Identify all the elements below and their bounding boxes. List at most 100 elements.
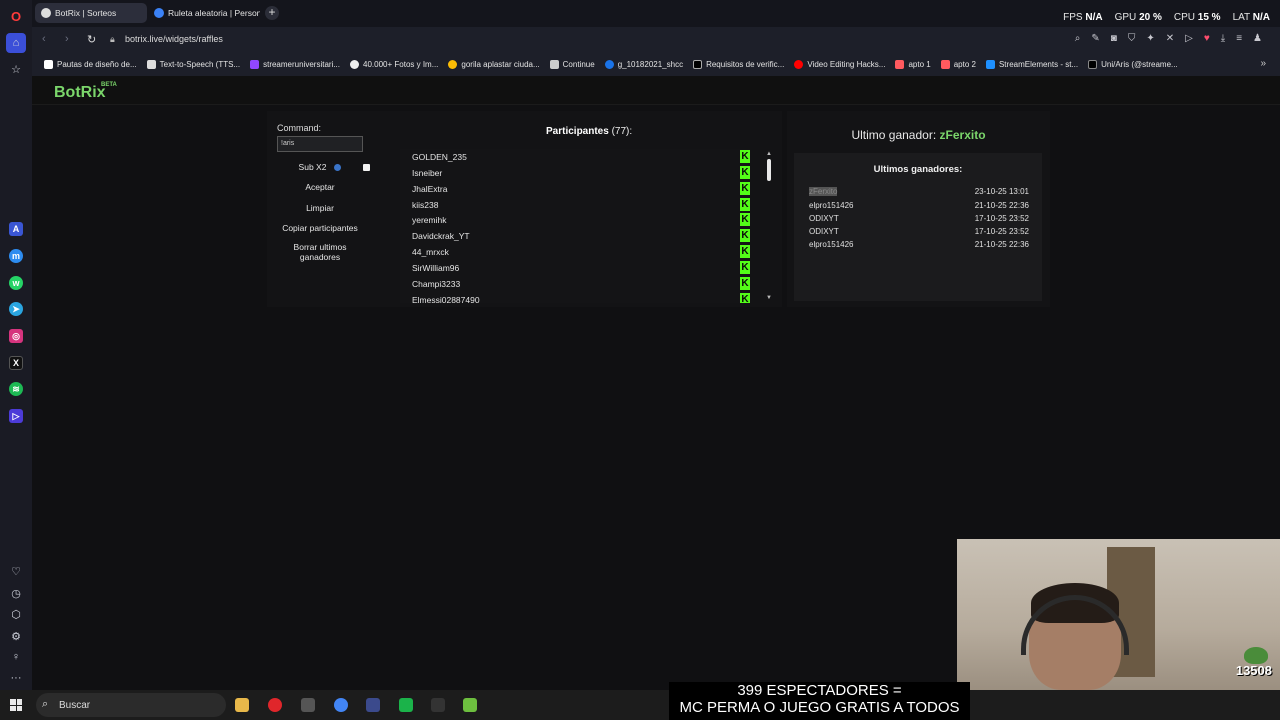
bookmark-item[interactable]: apto 1	[895, 60, 931, 69]
webcam-feed: 13508	[957, 539, 1280, 690]
participant-row: Isneiber K	[412, 166, 750, 179]
aria-app-icon[interactable]: A	[9, 222, 23, 236]
lock-icon: 🔒︎	[110, 34, 115, 44]
sub-x2-option[interactable]: Sub X2	[277, 162, 363, 172]
bookmark-item[interactable]: Continue	[549, 60, 595, 69]
shield-icon[interactable]: ⛉	[1128, 33, 1136, 44]
vpn-icon[interactable]: ✦	[1146, 33, 1154, 44]
opera-logo-icon[interactable]: O	[6, 6, 26, 26]
ruleta-favicon-icon	[154, 8, 164, 18]
profile-icon[interactable]: ♟	[1253, 33, 1262, 44]
bookmark-icon	[549, 60, 559, 69]
opera-sidebar: O ⌂ ☆ A m w ➤ ◎ X ≋ ▷ ♡ ◷ ⬡ ⚙ ♀ ···	[0, 0, 32, 690]
x-twitter-icon	[693, 60, 703, 69]
spotify-icon[interactable]: ≋	[9, 382, 23, 396]
botrix-logo[interactable]: BotRix	[54, 84, 106, 102]
scroll-thumb[interactable]	[767, 159, 771, 181]
viewer-counter: 13508	[1235, 663, 1272, 678]
bookmark-item[interactable]: 40.000+ Fotos y Im...	[350, 60, 438, 69]
search-page-icon[interactable]: ⌕	[1075, 33, 1081, 44]
capcut-icon[interactable]	[431, 698, 445, 712]
winner-row: ODIXYT 17-10-25 23:52	[809, 214, 1029, 223]
delete-winners-button[interactable]: Borrar ultimos ganadores	[277, 242, 363, 262]
settings-gear-icon[interactable]: ⚙	[6, 626, 26, 646]
more-icon[interactable]: ···	[6, 668, 26, 688]
copy-participants-button[interactable]: Copiar participantes	[277, 223, 363, 233]
kick-icon: K	[740, 293, 750, 303]
search-icon: ⌕	[42, 698, 49, 710]
forward-icon[interactable]: ›	[65, 33, 69, 45]
bookmark-item[interactable]: g_10182021_shcc	[604, 60, 683, 69]
participants-title: Participantes (77):	[546, 126, 633, 137]
winner-row: elpro151426 21-10-25 22:36	[809, 240, 1029, 249]
kick-icon: K	[740, 198, 750, 211]
bookmark-item[interactable]: Pautas de diseño de...	[44, 60, 137, 69]
xbox-icon[interactable]	[399, 698, 413, 712]
windows-start-icon[interactable]	[10, 699, 22, 711]
tips-bulb-icon[interactable]: ♀	[6, 647, 26, 667]
command-input[interactable]: !aris	[277, 136, 363, 152]
pinboard-icon[interactable]: ☆	[6, 59, 26, 79]
bookmark-item[interactable]: Uni/Aris (@streame...	[1088, 60, 1178, 69]
bookmark-item[interactable]: Requisitos de verific...	[693, 60, 784, 69]
kick-icon: K	[740, 261, 750, 274]
bookmark-item[interactable]: StreamElements - st...	[985, 60, 1078, 69]
app-header: BotRix BETA	[32, 76, 1280, 105]
history-icon[interactable]: ◷	[6, 583, 26, 603]
opera-taskbar-icon[interactable]	[268, 698, 282, 712]
participant-row: SirWilliam96 K	[412, 261, 750, 274]
favorite-heart-icon[interactable]: ♥	[1204, 33, 1210, 44]
bookmark-icon	[146, 60, 156, 69]
kick-icon: K	[740, 150, 750, 163]
bookmark-item[interactable]: Text-to-Speech (TTS...	[146, 60, 240, 69]
bookmark-item[interactable]: gorila aplastar ciuda...	[448, 60, 540, 69]
kick-icon: K	[740, 229, 750, 242]
lat-readout: LAT N/A	[1232, 12, 1270, 23]
back-icon[interactable]: ‹	[42, 33, 46, 45]
camera-icon[interactable]: ◙	[1111, 33, 1117, 44]
bookmark-item[interactable]: apto 2	[940, 60, 976, 69]
url-field[interactable]: botrix.live/widgets/raffles	[125, 34, 223, 44]
player-icon[interactable]: ▷	[9, 409, 23, 423]
app-icon[interactable]	[301, 698, 315, 712]
airbnb-icon	[940, 60, 950, 69]
edit-icon[interactable]: ✎	[1091, 33, 1099, 44]
minecraft-icon[interactable]	[463, 698, 477, 712]
reload-icon[interactable]: ↻	[87, 33, 96, 46]
extension-icon[interactable]: ✕	[1166, 33, 1174, 44]
bookmark-item[interactable]: streameruniversitari...	[250, 60, 340, 69]
desktop: O ⌂ ☆ A m w ➤ ◎ X ≋ ▷ ♡ ◷ ⬡ ⚙ ♀ ··· BotR…	[0, 0, 1280, 720]
clear-button[interactable]: Limpiar	[277, 203, 363, 213]
telegram-icon[interactable]: ➤	[9, 302, 23, 316]
scroll-down-icon[interactable]: ▼	[766, 295, 772, 301]
bookmark-item[interactable]: Video Editing Hacks...	[794, 60, 885, 69]
file-explorer-icon[interactable]	[235, 698, 249, 712]
download-icon[interactable]: ⤓	[1221, 33, 1225, 44]
new-tab-button[interactable]: +	[265, 6, 279, 20]
home-icon[interactable]: ⌂	[6, 33, 26, 53]
extensions-cube-icon[interactable]: ⬡	[6, 604, 26, 624]
accept-button[interactable]: Aceptar	[277, 182, 363, 192]
tab-ruleta[interactable]: Ruleta aleatoria | Personal	[148, 3, 260, 23]
kick-icon: K	[740, 182, 750, 195]
youtube-icon	[794, 60, 804, 69]
whatsapp-icon[interactable]: w	[9, 276, 23, 290]
bookmarks-overflow-icon[interactable]: »	[1260, 58, 1266, 69]
sub-x2-checkbox[interactable]	[363, 164, 370, 171]
participants-list[interactable]: GOLDEN_235 K Isneiber K JhalExtra K kiis238…	[400, 149, 750, 303]
play-icon[interactable]: ▷	[1185, 33, 1193, 44]
tab-strip: BotRix | Sorteos Ruleta aleatoria | Pers…	[32, 0, 1280, 27]
app-icon[interactable]	[366, 698, 380, 712]
x-twitter-icon[interactable]: X	[9, 356, 23, 370]
tab-botrix[interactable]: BotRix | Sorteos	[35, 3, 147, 23]
messenger-icon[interactable]: m	[9, 249, 23, 263]
participants-scrollbar[interactable]: ▲ ▼	[766, 151, 772, 301]
instagram-icon[interactable]: ◎	[9, 329, 23, 343]
menu-icon[interactable]: ≡	[1236, 33, 1242, 44]
heart-icon[interactable]: ♡	[6, 561, 26, 581]
chrome-icon[interactable]	[334, 698, 348, 712]
info-icon[interactable]	[334, 164, 342, 172]
taskbar-search[interactable]: ⌕ Buscar	[36, 693, 226, 717]
scroll-up-icon[interactable]: ▲	[766, 151, 772, 157]
google-icon	[448, 60, 458, 69]
